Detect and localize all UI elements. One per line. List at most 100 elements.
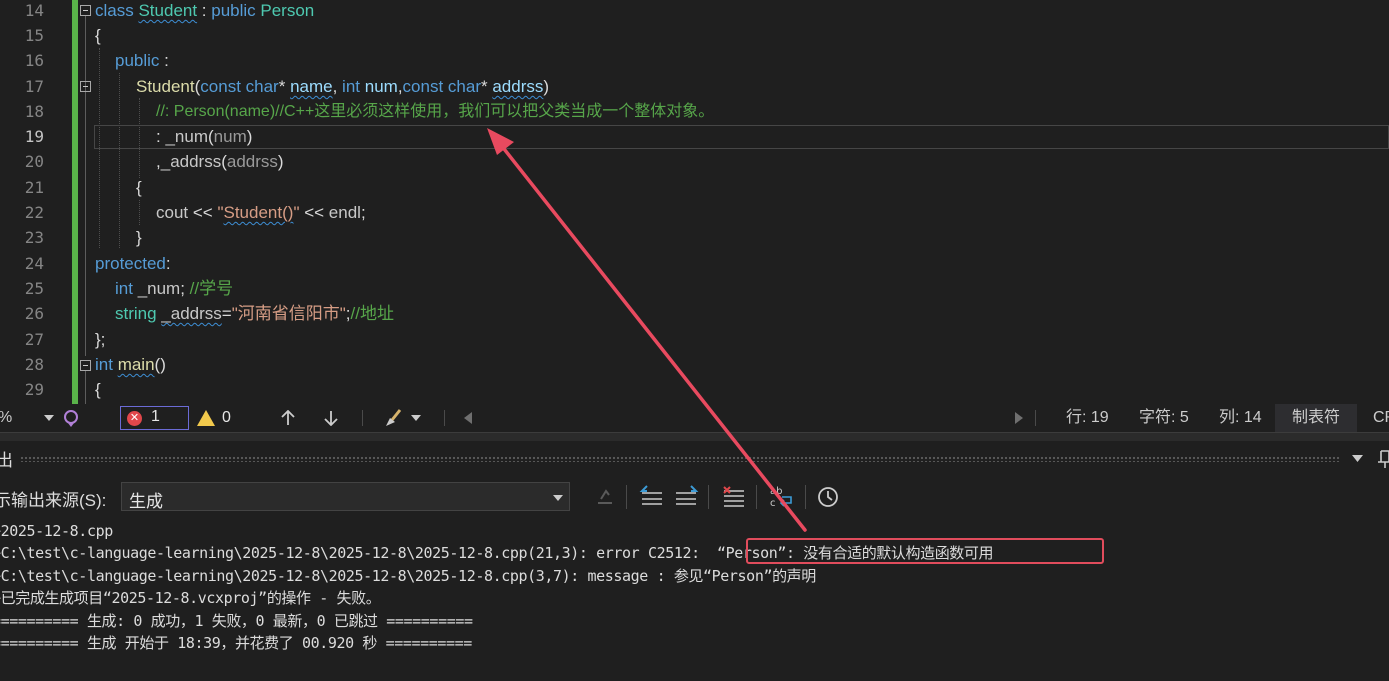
punct: << (299, 203, 329, 222)
punct: , (332, 77, 343, 96)
change-tracking-bar (72, 0, 78, 404)
word-wrap-icon[interactable]: abc (768, 483, 794, 511)
output-toolbar: 示输出来源(S): 生成 ab c (0, 477, 1389, 517)
code-line-23: } (136, 228, 142, 247)
code-line-22: cout << "Student()" << endl; (156, 200, 366, 225)
line-number: 24 (24, 254, 44, 273)
fold-line (85, 16, 86, 356)
line-ending-indicator[interactable]: CR (1373, 404, 1389, 432)
punct: ; (180, 279, 190, 298)
history-icon[interactable] (815, 483, 841, 511)
identifier: cout (156, 203, 189, 222)
error-count-button[interactable]: ✕ 1 (120, 406, 189, 430)
line-number: 22 (24, 203, 44, 222)
brush-icon[interactable] (384, 409, 406, 427)
code-line-18: //: Person(name)//C++这里必须这样使用，我们可以把父类当成一… (156, 103, 715, 120)
intellicode-icon[interactable] (62, 409, 80, 427)
previous-message-icon[interactable] (639, 483, 665, 511)
keyword: int (342, 77, 365, 96)
output-line: >2025-12-8.cpp (0, 522, 113, 540)
output-panel-header: 出 (0, 441, 1389, 475)
punct: ) (277, 152, 284, 171)
separator (708, 485, 709, 509)
separator (444, 410, 445, 426)
warning-icon[interactable] (197, 410, 215, 426)
arrow-down-icon[interactable] (323, 410, 339, 426)
svg-text:ab: ab (770, 486, 782, 497)
line-number-current: 19 (24, 127, 44, 146)
param: addrss (226, 152, 278, 171)
warning-count[interactable]: 0 (222, 404, 231, 432)
chevron-down-icon (553, 495, 563, 501)
pin-icon[interactable] (1378, 450, 1389, 468)
scroll-left-icon[interactable] (464, 412, 472, 424)
fold-collapse-icon[interactable] (80, 360, 91, 371)
svg-text:c: c (770, 498, 776, 509)
keyword: int (115, 279, 138, 298)
line-number: 15 (24, 26, 44, 45)
punct: * (278, 77, 291, 96)
arrow-up-icon[interactable] (280, 410, 296, 426)
output-line: >已完成生成项目“2025-12-8.vcxproj”的操作 - 失败。 (0, 589, 381, 607)
panel-splitter[interactable] (0, 432, 1389, 441)
code-line-29: { (95, 380, 101, 399)
output-source-select[interactable]: 生成 (121, 482, 570, 511)
code-line-14: class Student : public Person (95, 0, 314, 23)
keyword: const (402, 77, 448, 96)
line-number: 21 (24, 178, 44, 197)
output-line: >C:\test\c-language-learning\2025-12-8\2… (0, 567, 816, 585)
char-indicator[interactable]: 字符: 5 (1139, 404, 1189, 432)
fold-collapse-icon[interactable] (80, 5, 91, 16)
keyword: public (211, 1, 261, 20)
param: name (290, 77, 333, 96)
output-line: ========== 生成: 0 成功，1 失败，0 最新，0 已跳过 ====… (0, 612, 473, 630)
fold-line (85, 371, 86, 404)
code-line-15: { (95, 26, 101, 45)
clear-all-icon[interactable] (721, 483, 747, 511)
base-class: Person (260, 1, 315, 20)
separator (362, 410, 363, 426)
drag-grip[interactable] (20, 456, 1340, 462)
punct: * (480, 77, 493, 96)
punct: : (159, 51, 169, 70)
go-to-location-icon[interactable] (592, 483, 618, 511)
member: _addrss (161, 304, 222, 323)
string: "河南省信阳市" (231, 304, 346, 323)
function-name: Student (136, 77, 195, 96)
string: Student() (223, 203, 294, 222)
output-text-area[interactable]: >2025-12-8.cpp >C:\test\c-language-learn… (0, 517, 1389, 681)
keyword: char (245, 77, 279, 96)
col-indicator[interactable]: 列: 14 (1219, 404, 1262, 432)
fold-collapse-icon[interactable] (80, 81, 91, 92)
code-line-24: protected: (95, 251, 171, 276)
line-number: 25 (24, 279, 44, 298)
tabs-indicator[interactable]: 制表符 (1275, 404, 1357, 432)
punct: : (197, 1, 212, 20)
keyword: public (115, 51, 160, 70)
line-number-gutter: 14 15 16 17 18 19 20 21 22 23 24 25 26 2… (0, 0, 72, 404)
window-position-icon[interactable] (1352, 455, 1363, 462)
line-indicator[interactable]: 行: 19 (1066, 404, 1109, 432)
output-line: ========== 生成 开始于 18:39，并花费了 00.920 秒 ==… (0, 634, 472, 652)
param: num (364, 77, 398, 96)
keyword: int (95, 355, 118, 374)
separator (805, 485, 806, 509)
next-message-icon[interactable] (673, 483, 699, 511)
line-number: 28 (24, 355, 44, 374)
code-editor[interactable]: 14 15 16 17 18 19 20 21 22 23 24 25 26 2… (0, 0, 1389, 404)
line-number: 23 (24, 228, 44, 247)
code-line-19: : _num(num) (156, 124, 252, 149)
error-count: 1 (151, 408, 160, 425)
scroll-right-icon[interactable] (1015, 412, 1023, 424)
punct: ) (246, 127, 253, 146)
editor-status-bar: % ✕ 1 0 行: 19 字符: 5 列: 14 制表符 CR (0, 404, 1389, 432)
zoom-dropdown-icon[interactable] (44, 415, 54, 421)
chevron-down-icon[interactable] (411, 415, 421, 421)
param: addrss (492, 77, 544, 96)
output-source-value: 生成 (129, 492, 163, 511)
zoom-level[interactable]: % (0, 404, 12, 432)
punct: << (188, 203, 218, 222)
type: string (115, 304, 162, 323)
identifier: endl (328, 203, 361, 222)
comment: //地址 (350, 304, 394, 323)
